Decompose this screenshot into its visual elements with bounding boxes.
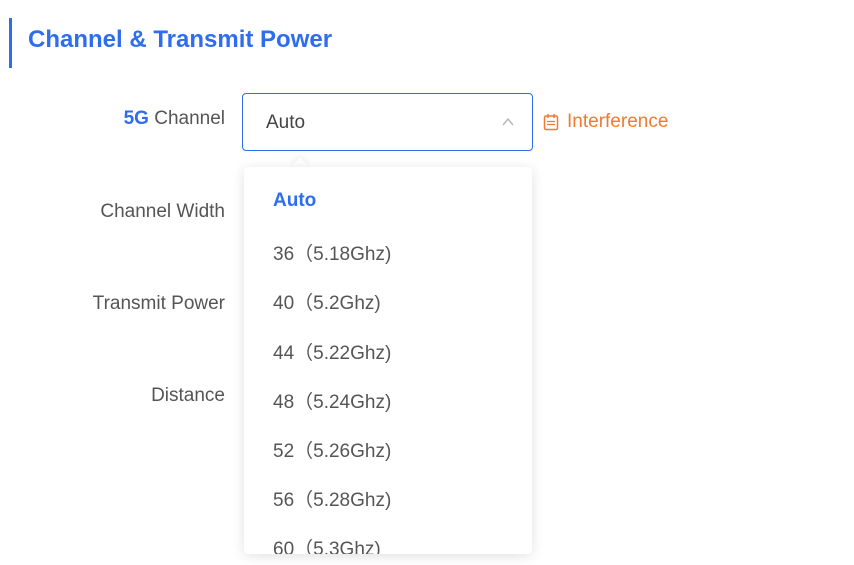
option-60[interactable]: 60（5.3Ghz) <box>273 534 381 554</box>
option-52[interactable]: 52（5.26Ghz) <box>273 436 391 463</box>
transmit-power-label: Transmit Power <box>92 293 225 314</box>
band-label: 5G <box>123 108 149 129</box>
distance-label: Distance <box>151 385 225 406</box>
option-56[interactable]: 56（5.28Ghz) <box>273 485 391 512</box>
option-36[interactable]: 36（5.18Ghz) <box>273 239 391 266</box>
channel-settings-page: Channel & Transmit Power 5G Channel Chan… <box>0 0 854 565</box>
interference-label: Interference <box>567 111 669 132</box>
interference-link[interactable]: Interference <box>543 111 668 133</box>
channel-select-value: Auto <box>266 112 306 133</box>
channel-label: 5G Channel <box>124 108 225 130</box>
channel-width-label: Channel Width <box>100 201 225 222</box>
option-48[interactable]: 48（5.24Ghz) <box>273 387 391 414</box>
option-44[interactable]: 44（5.22Ghz) <box>273 338 391 365</box>
option-auto[interactable]: Auto <box>273 190 316 212</box>
chevron-up-icon <box>502 117 514 126</box>
option-40[interactable]: 40（5.2Ghz) <box>273 288 381 315</box>
section-title: Channel & Transmit Power <box>28 26 333 53</box>
channel-dropdown: Auto 36（5.18Ghz) 40（5.2Ghz) 44（5.22Ghz) … <box>244 167 532 554</box>
calendar-icon <box>543 114 559 131</box>
channel-label-text: Channel <box>148 108 225 129</box>
section-accent-bar <box>9 18 12 68</box>
channel-select[interactable]: Auto <box>242 93 533 151</box>
